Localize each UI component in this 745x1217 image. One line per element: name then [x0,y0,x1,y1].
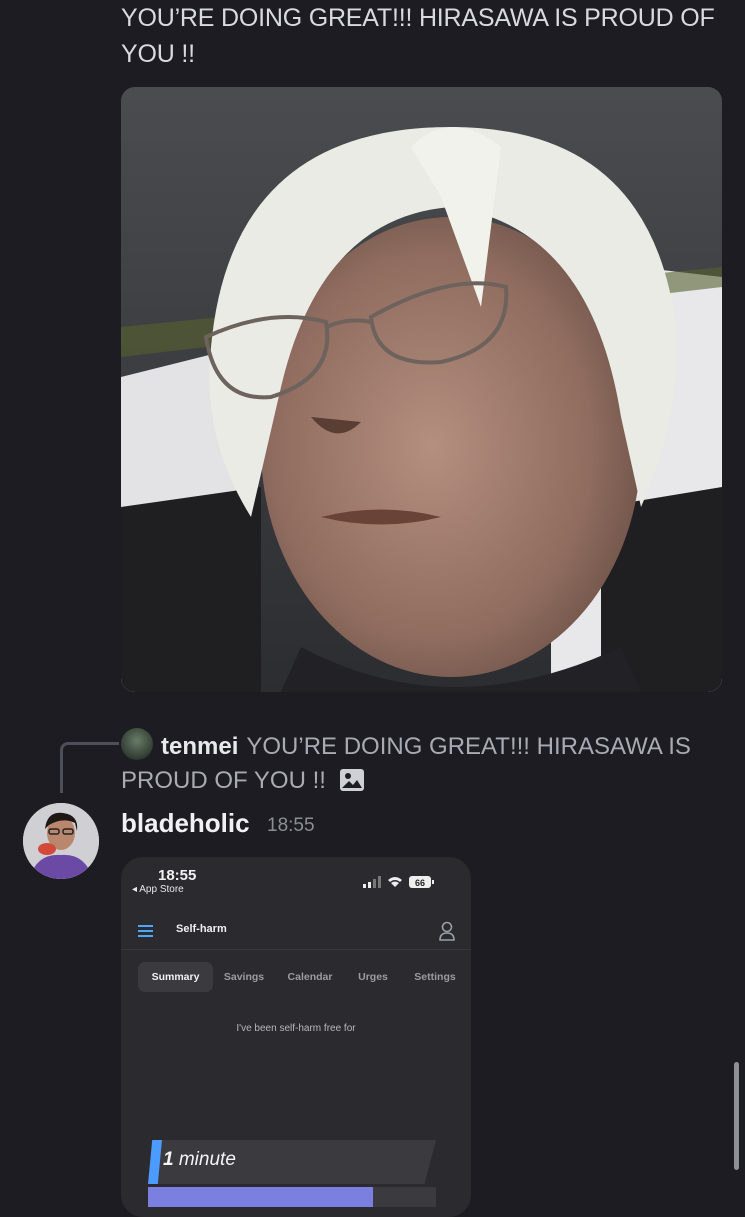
progress-fill [148,1187,373,1207]
counter-text: 1 minute [163,1149,236,1171]
tab-settings[interactable]: Settings [404,962,466,992]
nav-title: Self-harm [176,923,227,935]
profile-icon[interactable] [438,921,456,941]
phone-nav-bar: Self-harm [121,913,471,950]
tab-savings[interactable]: Savings [216,962,272,992]
phone-tabs: Summary Savings Calendar Urges Settings [138,962,468,992]
image-icon [339,769,364,791]
progress-bar [148,1187,436,1207]
counter-value: 1 [163,1149,174,1170]
author-avatar[interactable] [23,803,99,879]
counter-unit: minute [178,1149,236,1170]
menu-icon[interactable] [138,925,153,937]
phone-time: 18:55 [158,867,197,884]
battery-level: 66 [415,878,425,888]
scrollbar[interactable] [734,1062,739,1170]
screenshot-attachment[interactable]: 18:55 ◂ App Store 66 Self-harm Summary S… [121,857,471,1217]
reply-author[interactable]: tenmei [161,733,238,760]
tab-urges[interactable]: Urges [348,962,398,992]
phone-back-link: ◂ App Store [132,884,184,895]
reply-avatar[interactable] [121,728,153,760]
status-icons: 66 [363,876,434,888]
tab-summary[interactable]: Summary [138,962,213,992]
phone-status-bar: 18:55 ◂ App Store 66 [121,857,471,905]
reply-preview[interactable]: tenmei YOU’RE DOING GREAT!!! HIRASAWA IS … [121,728,721,798]
author-name[interactable]: bladeholic [121,808,250,839]
tab-calendar[interactable]: Calendar [280,962,340,992]
portrait-image [121,87,722,692]
message-text: YOU’RE DOING GREAT!!! HIRASAWA IS PROUD … [121,4,715,68]
message-timestamp: 18:55 [267,815,315,836]
free-label: I've been self-harm free for [236,1023,356,1034]
photo-attachment[interactable] [121,87,722,692]
reply-connector [60,742,119,793]
